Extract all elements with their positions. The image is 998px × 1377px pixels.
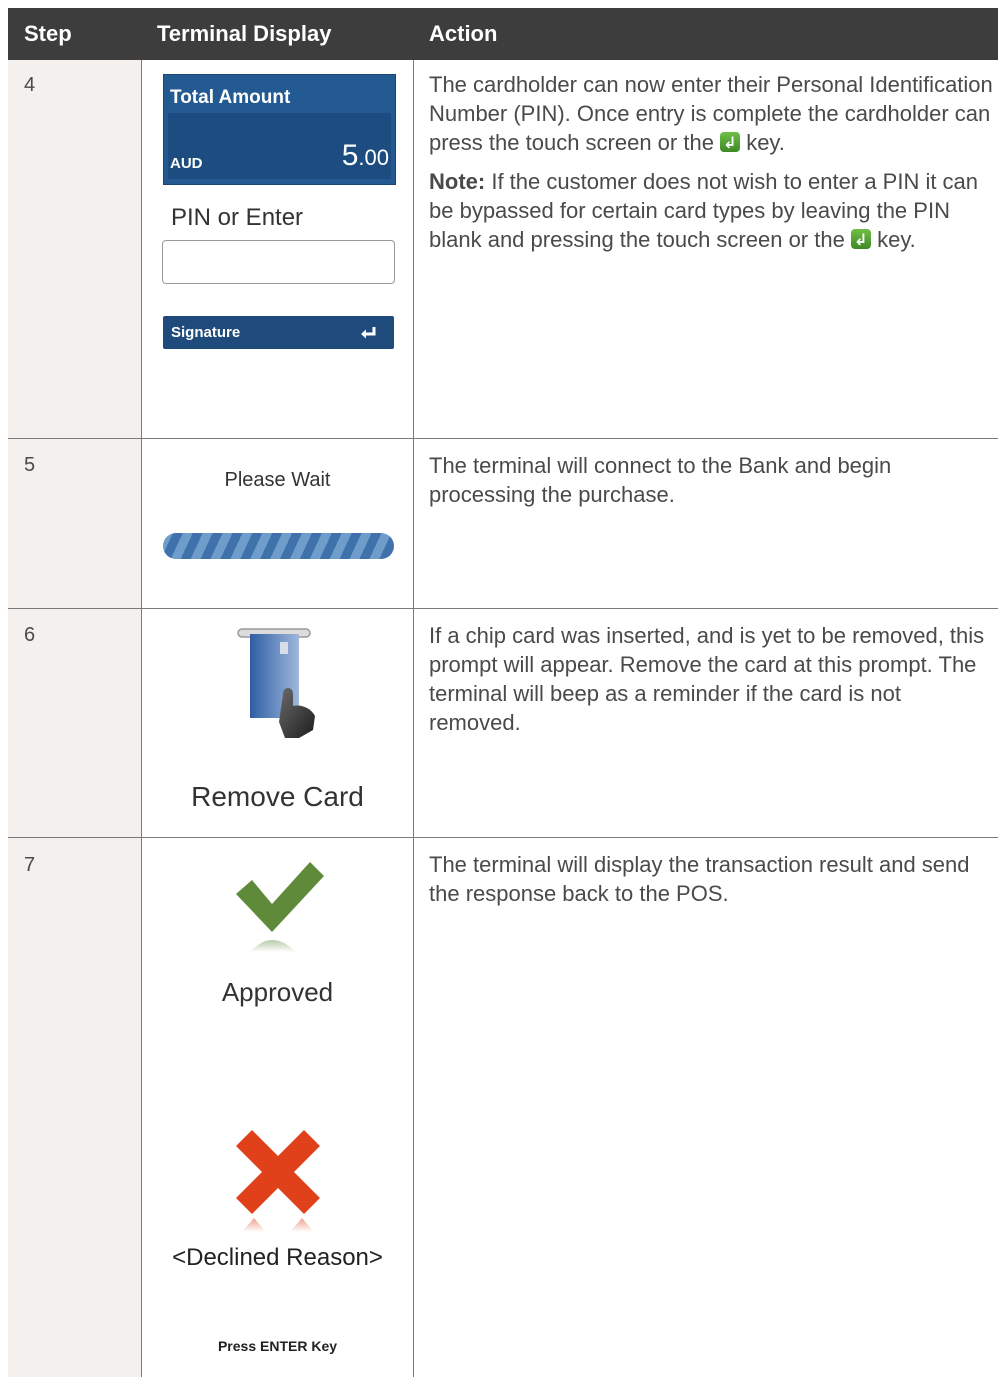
cross-icon	[236, 1130, 320, 1232]
step-number: 7	[24, 854, 36, 876]
step-number: 4	[24, 74, 36, 96]
total-amount-panel: Total Amount AUD 5.00	[163, 74, 396, 185]
declined-reason-label: <Declined Reason>	[172, 1244, 383, 1271]
enter-key-icon	[850, 226, 871, 255]
amount-main: 5	[341, 139, 359, 172]
header-action: Action	[429, 21, 498, 46]
action-row-7: The terminal will display the transactio…	[429, 852, 970, 906]
amount-value: 5.00	[342, 139, 389, 173]
pin-prompt: PIN or Enter	[171, 204, 304, 231]
header-terminal-display: Terminal Display	[157, 21, 332, 46]
header-step: Step	[24, 21, 72, 46]
note-label: Note:	[429, 169, 486, 194]
row-divider	[8, 438, 998, 439]
enter-arrow-icon	[361, 327, 376, 339]
row-divider	[8, 837, 998, 838]
action-row-4: The cardholder can now enter their Perso…	[429, 70, 995, 264]
row-divider	[8, 608, 998, 609]
currency-label: AUD	[170, 155, 203, 172]
total-amount-label: Total Amount	[170, 87, 291, 108]
signature-label: Signature	[171, 324, 241, 341]
enter-key-icon	[720, 129, 741, 158]
amount-cents: .00	[358, 145, 389, 170]
table-header: Step Terminal Display Action	[8, 8, 998, 60]
amount-field: AUD 5.00	[168, 113, 391, 179]
action-row-5: The terminal will connect to the Bank an…	[429, 453, 892, 507]
step-number: 6	[24, 624, 36, 646]
please-wait-label: Please Wait	[224, 469, 331, 491]
step-column-bg	[8, 60, 142, 1377]
pin-input[interactable]	[162, 240, 395, 284]
step-number: 5	[24, 454, 36, 476]
approved-label: Approved	[221, 977, 334, 1007]
action-note: Note: If the customer does not wish to e…	[429, 167, 995, 255]
press-enter-label: Press ENTER Key	[217, 1338, 338, 1354]
checkmark-icon	[236, 862, 324, 952]
remove-card-icon	[237, 628, 315, 738]
procedure-table: Step Terminal Display Action 4 Total Amo…	[8, 8, 998, 1377]
progress-bar	[163, 533, 394, 559]
action-row-6: If a chip card was inserted, and is yet …	[429, 623, 985, 735]
action-paragraph: The cardholder can now enter their Perso…	[429, 70, 995, 158]
remove-card-label: Remove Card	[191, 781, 364, 812]
signature-button[interactable]: Signature	[163, 316, 394, 349]
